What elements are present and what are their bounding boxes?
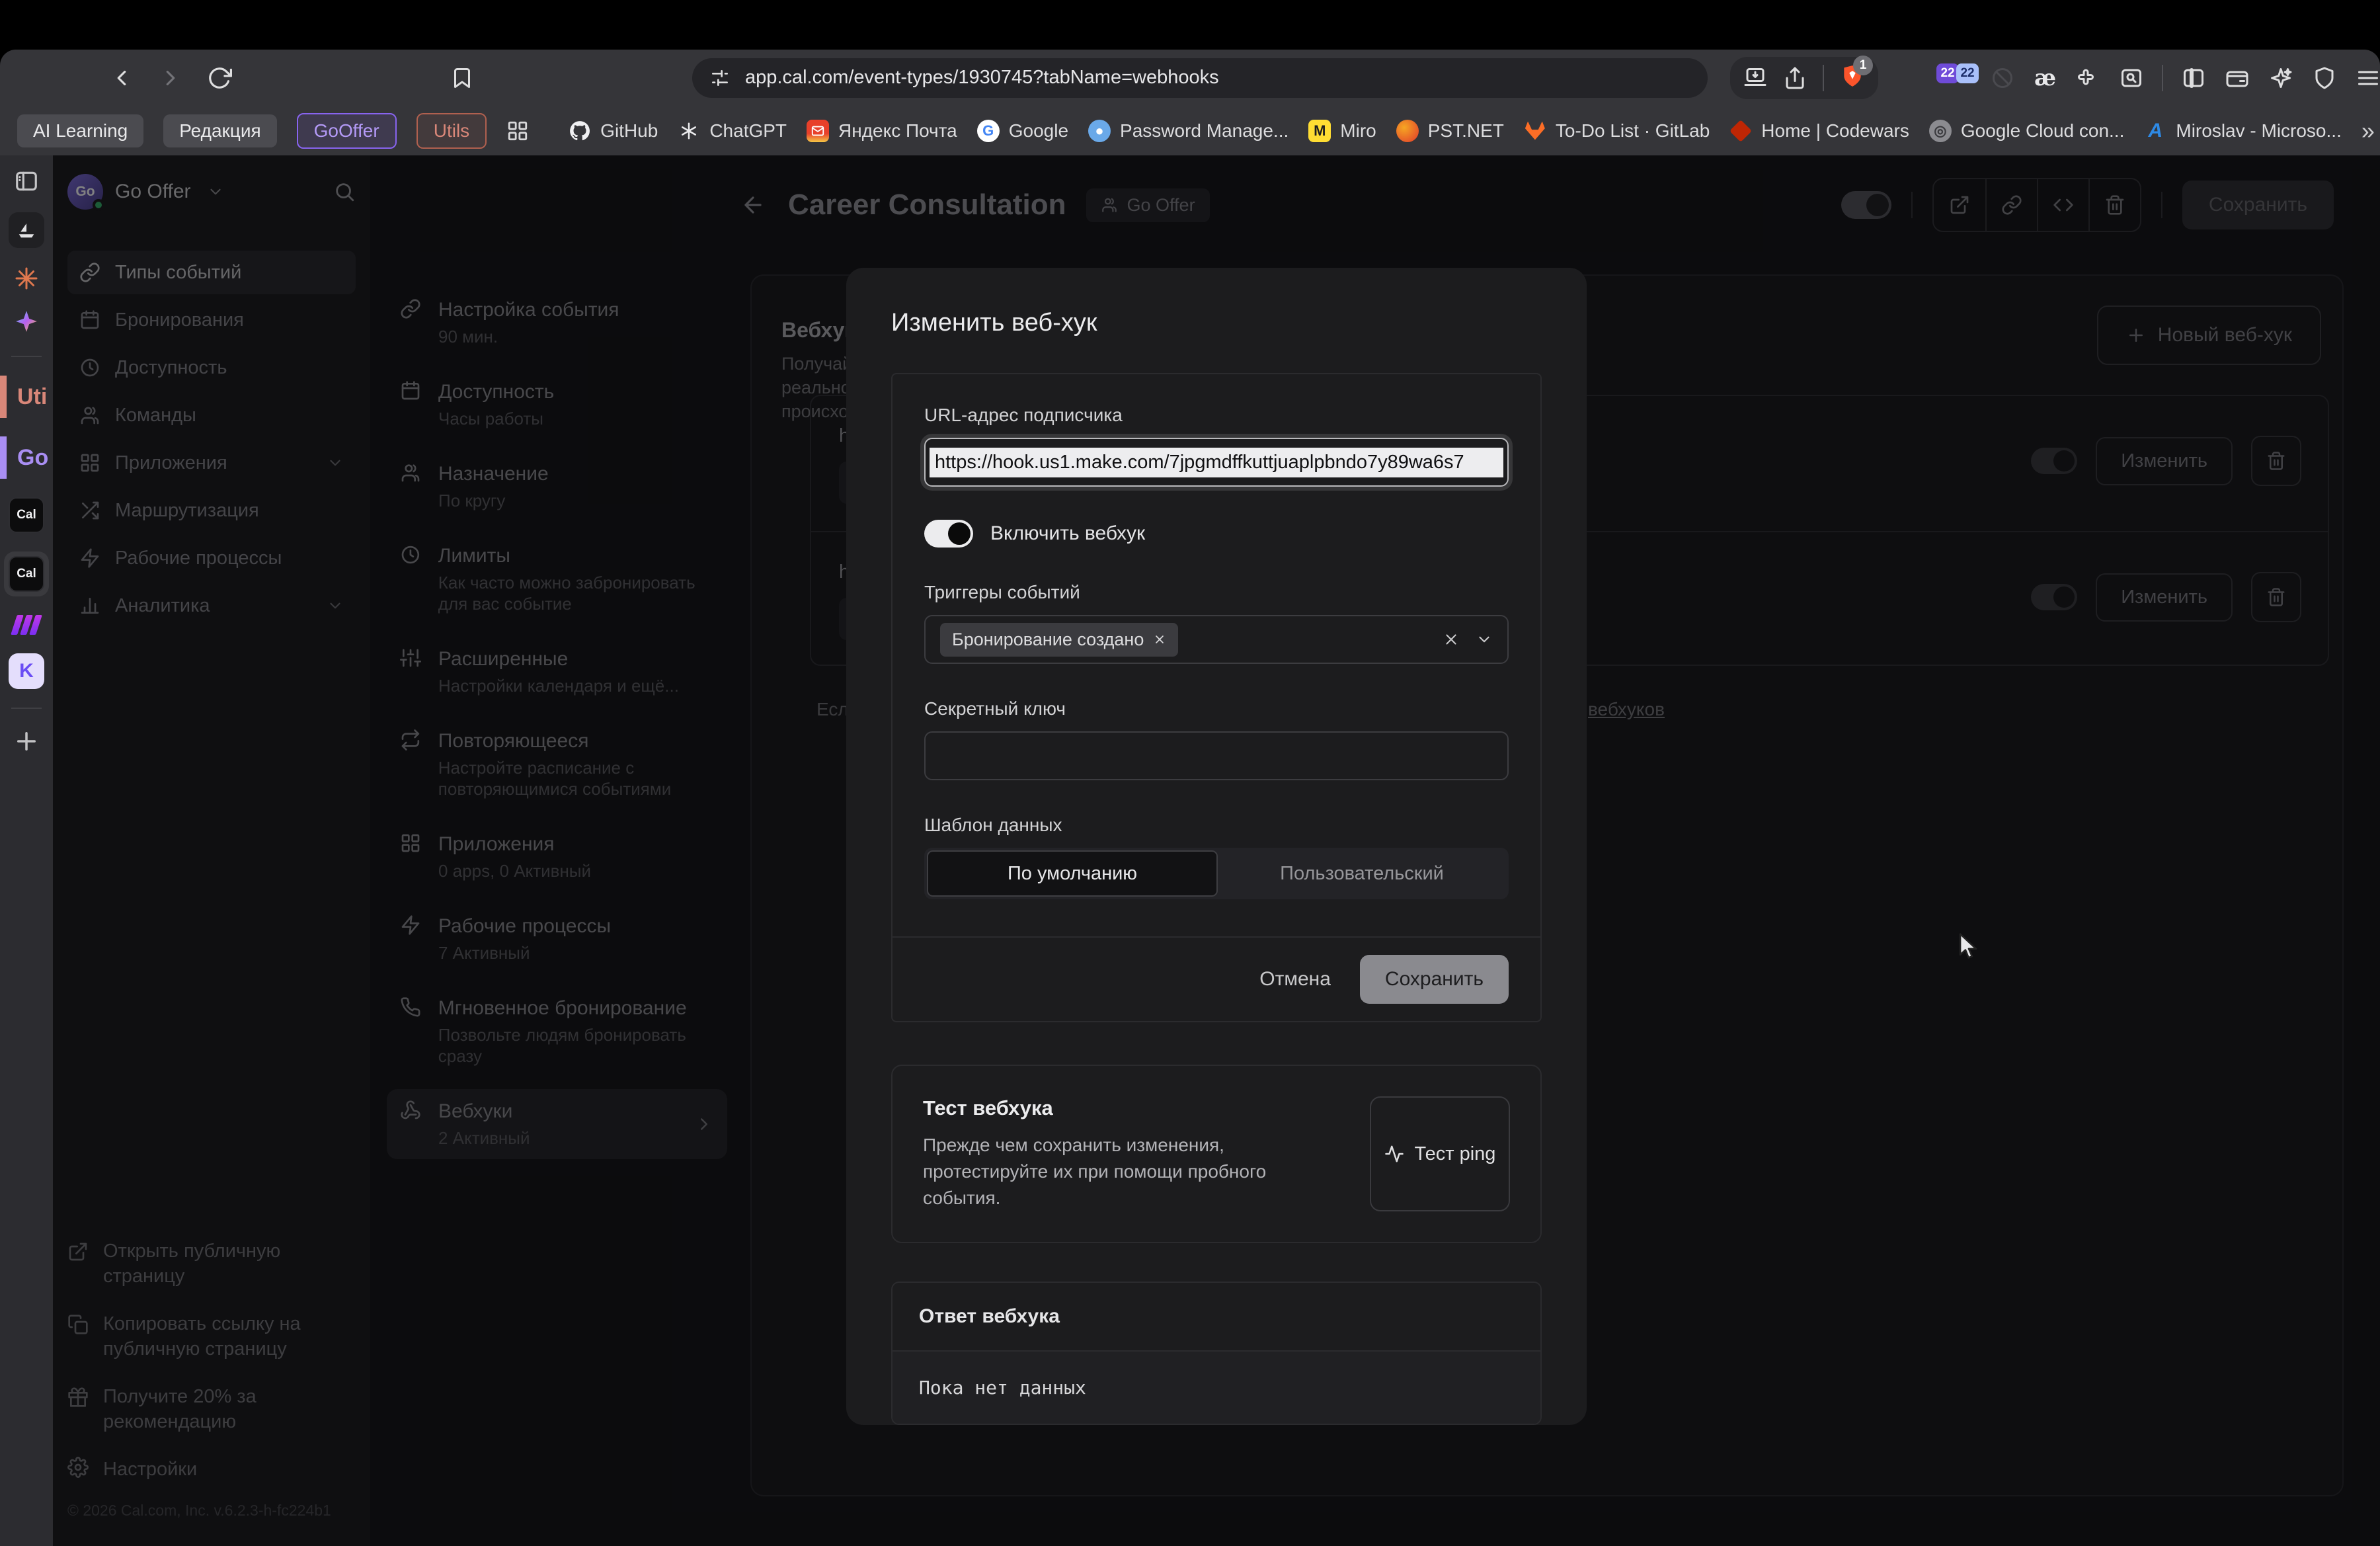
tab-starburst-icon[interactable] — [15, 266, 38, 290]
extension-box-search-icon[interactable] — [2120, 66, 2143, 90]
bookmark-google-cloud[interactable]: ◎Google Cloud con... — [1929, 120, 2125, 142]
trigger-tag: Бронирование создано — [940, 623, 1178, 657]
extension-badge: 22 — [1956, 63, 1979, 83]
tab-group-gooffer-collapsed[interactable]: Go — [0, 436, 53, 479]
url-label: URL-адрес подписчика — [924, 405, 1509, 426]
vpn-shield-icon[interactable] — [2313, 66, 2336, 90]
triggers-label: Триггеры событий — [924, 582, 1509, 603]
divider — [1823, 65, 1824, 91]
bookmark-password-manager[interactable]: ●Password Manage... — [1088, 120, 1289, 142]
modal-save-button[interactable]: Сохранить — [1360, 955, 1509, 1004]
template-default-option[interactable]: По умолчанию — [927, 850, 1218, 897]
browser-window: app.cal.com/event-types/1930745?tabName=… — [0, 50, 2380, 1546]
bookmark-yandex-mail[interactable]: Яндекс Почта — [807, 120, 957, 142]
divider — [11, 708, 42, 709]
divider — [11, 356, 42, 357]
test-ping-button[interactable]: Тест ping — [1370, 1096, 1510, 1211]
extension-badge: 22 — [1936, 63, 1959, 83]
template-custom-option[interactable]: Пользовательский — [1218, 850, 1506, 897]
tab-k-icon[interactable]: K — [9, 653, 44, 689]
apps-grid-icon[interactable] — [506, 120, 529, 142]
send-to-device-icon[interactable] — [1743, 66, 1767, 90]
secret-label: Секретный ключ — [924, 698, 1509, 719]
leo-ai-icon[interactable] — [2269, 66, 2293, 90]
triggers-multiselect[interactable]: Бронирование создано — [924, 615, 1509, 664]
bookmark-google[interactable]: GGoogle — [977, 120, 1068, 142]
tab-calcom[interactable]: Cal — [9, 497, 44, 533]
tab-group-ai-learning[interactable]: AI Learning — [17, 114, 143, 147]
mouse-cursor — [1954, 931, 1983, 963]
cancel-button[interactable]: Отмена — [1259, 968, 1331, 991]
back-icon[interactable] — [109, 65, 134, 91]
bookmark-gitlab[interactable]: To-Do List · GitLab — [1524, 120, 1710, 142]
extensions-puzzle-icon[interactable] — [2076, 66, 2100, 90]
tab-boat-icon[interactable] — [9, 212, 44, 248]
cal-app: Go Go Offer Типы событий Бронирования До… — [53, 155, 2380, 1546]
bookmark-chatgpt[interactable]: ChatGPT — [678, 120, 787, 142]
extension-disabled-icon[interactable] — [1991, 66, 2014, 90]
url-text[interactable]: app.cal.com/event-types/1930745?tabName=… — [745, 67, 1219, 89]
shield-badge: 1 — [1853, 56, 1873, 75]
forward-icon[interactable] — [158, 65, 183, 91]
chevron-down-icon[interactable] — [1476, 631, 1493, 648]
enable-webhook-toggle[interactable] — [924, 520, 973, 548]
tab-group-utils[interactable]: Utils — [416, 113, 487, 149]
extension-icons: 22 22 æ — [1951, 65, 2143, 91]
browser-toolbar: app.cal.com/event-types/1930745?tabName=… — [0, 50, 2380, 106]
share-icon[interactable] — [1783, 66, 1807, 90]
toolbar-pill: 1 — [1730, 57, 1878, 99]
bookmark-miro[interactable]: MMiro — [1308, 120, 1376, 142]
tab-panel-toggle-icon[interactable] — [14, 169, 39, 194]
bookmark-codewars[interactable]: Home | Codewars — [1729, 120, 1909, 142]
tab-group-gooffer[interactable]: GoOffer — [297, 113, 397, 149]
subscriber-url-input[interactable]: https://hook.us1.make.com/7jpgmdffkuttju… — [924, 438, 1509, 487]
remove-tag-icon[interactable] — [1153, 633, 1166, 646]
tune-icon[interactable] — [709, 67, 731, 89]
reload-icon[interactable] — [207, 65, 232, 91]
modal-title: Изменить веб-хук — [891, 309, 1542, 337]
bookmark-icon[interactable] — [450, 66, 474, 90]
activity-icon — [1384, 1144, 1404, 1164]
url-bar[interactable]: app.cal.com/event-types/1930745?tabName=… — [692, 58, 1708, 98]
menu-icon[interactable] — [2356, 66, 2380, 90]
wallet-icon[interactable] — [2225, 66, 2249, 90]
selected-url-text: https://hook.us1.make.com/7jpgmdffkuttju… — [930, 448, 1503, 477]
sidebar-toggle-icon[interactable] — [2182, 66, 2205, 90]
bookmark-pstnet[interactable]: PST.NET — [1396, 120, 1504, 142]
extension-ae-icon[interactable]: æ — [2034, 65, 2056, 91]
test-webhook-card: Тест вебхука Прежде чем сохранить измене… — [891, 1065, 1542, 1243]
divider — [2162, 65, 2163, 91]
bookmarks-bar: AI Learning Редакция GoOffer Utils GitHu… — [0, 106, 2380, 155]
payload-template-segmented: По умолчанию Пользовательский — [924, 848, 1509, 899]
test-description: Прежде чем сохранить изменения, протести… — [923, 1132, 1293, 1211]
toolbar-end-icons — [2182, 66, 2380, 90]
tab-gemini-icon[interactable] — [14, 309, 39, 337]
webhook-form: URL-адрес подписчика https://hook.us1.ma… — [891, 373, 1542, 1022]
tab-calcom-active[interactable]: Cal — [4, 551, 49, 596]
secret-input[interactable] — [924, 731, 1509, 780]
edit-webhook-modal: Изменить веб-хук URL-адрес подписчика ht… — [846, 268, 1587, 1425]
tab-make-icon[interactable] — [14, 615, 39, 635]
bookmark-microsoft[interactable]: AMiroslav - Microso... — [2144, 120, 2341, 142]
new-tab-button[interactable] — [13, 727, 40, 755]
response-empty-text: Пока нет данных — [892, 1352, 1540, 1424]
bookmark-github[interactable]: GitHub — [569, 120, 658, 142]
tab-group-utils-collapsed[interactable]: Uti — [0, 376, 53, 418]
template-label: Шаблон данных — [924, 815, 1509, 836]
webhook-response-card: Ответ вебхука Пока нет данных — [891, 1282, 1542, 1425]
clear-all-icon[interactable] — [1443, 631, 1460, 648]
tab-group-redakciya[interactable]: Редакция — [163, 114, 276, 147]
brave-shield-icon[interactable]: 1 — [1840, 62, 1865, 93]
test-title: Тест вебхука — [923, 1096, 1293, 1120]
enable-webhook-label: Включить вебхук — [990, 522, 1145, 545]
vertical-tab-strip: Uti Go Cal Cal K — [0, 155, 53, 1546]
bookmarks-overflow-chevron[interactable]: » — [2361, 117, 2375, 145]
response-title: Ответ вебхука — [892, 1283, 1540, 1352]
nav-buttons — [109, 65, 232, 91]
